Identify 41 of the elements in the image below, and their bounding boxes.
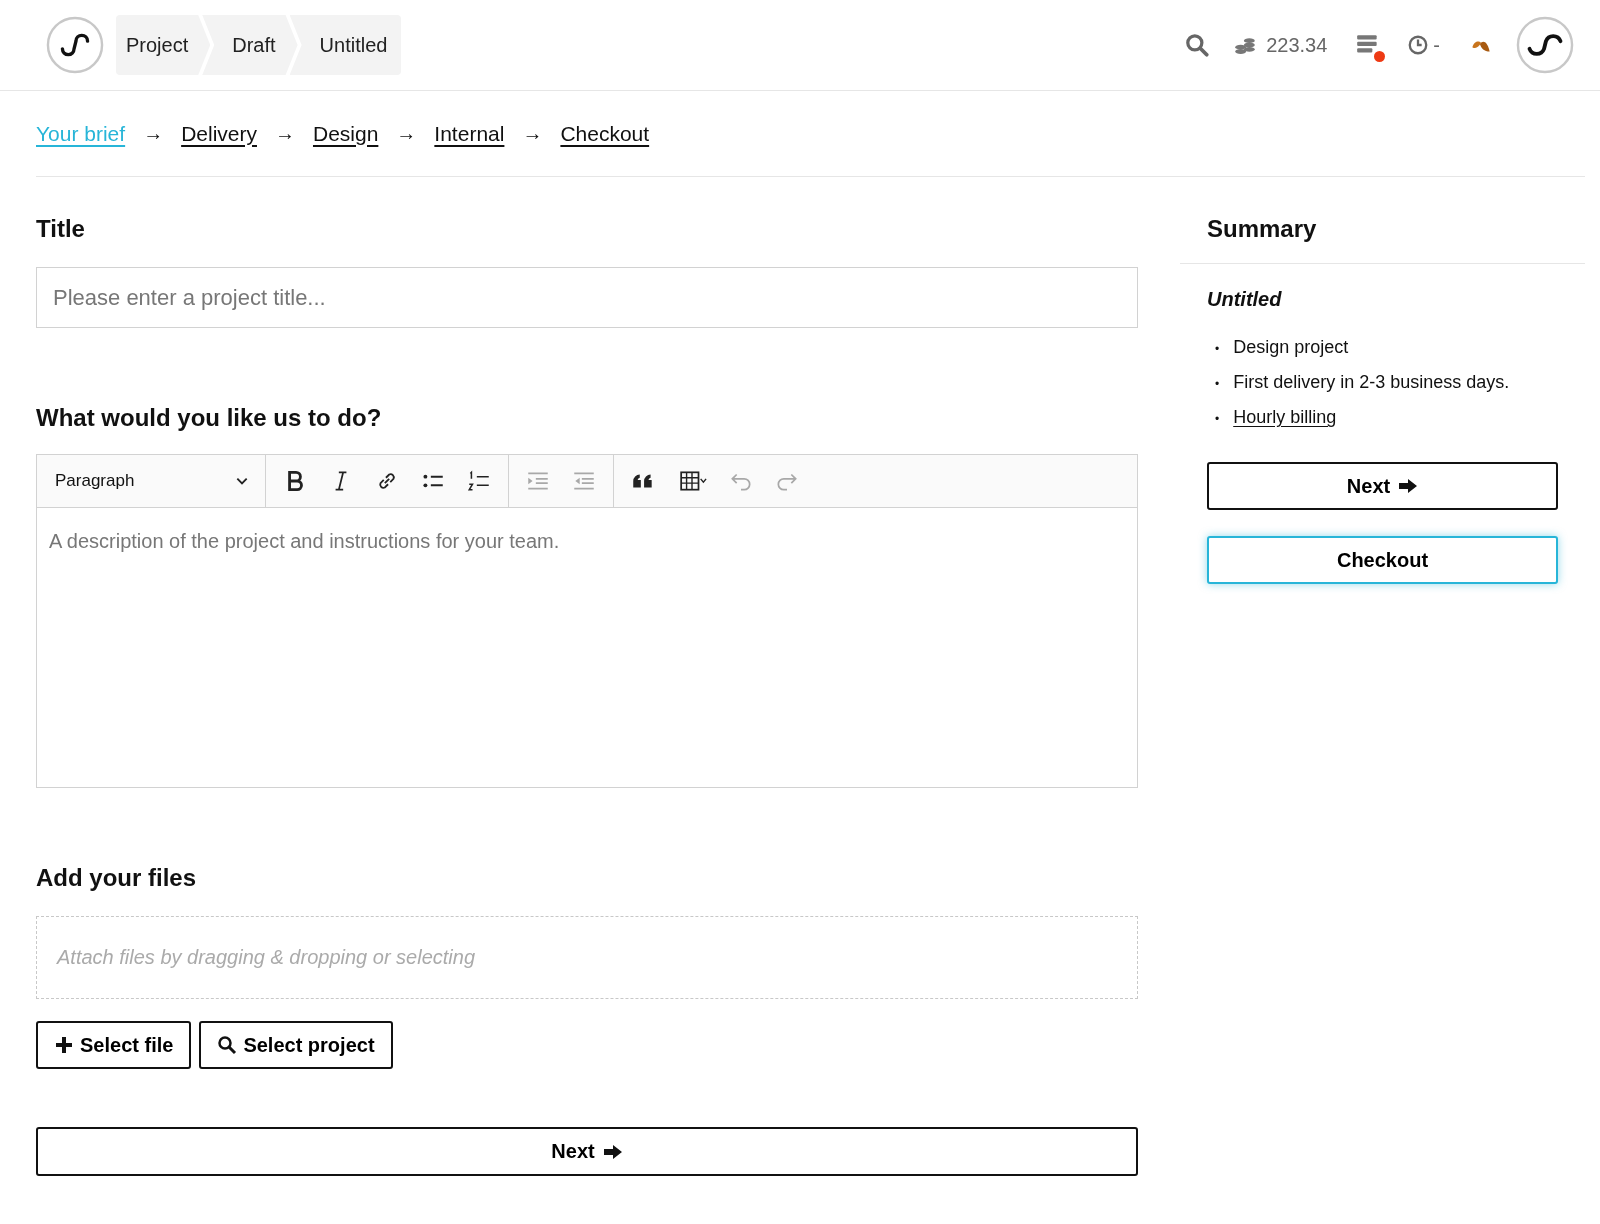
select-button[interactable]: Select project [199, 1021, 393, 1069]
step-link[interactable]: Delivery [181, 121, 257, 146]
project-title: Untitled [1207, 288, 1283, 311]
section-heading: Add your files [36, 864, 198, 892]
search-icon [217, 1035, 238, 1055]
bullet: • [1215, 412, 1220, 426]
section-heading: What would you like us to do? [36, 404, 383, 432]
breadcrumb-item[interactable]: Draft [202, 15, 298, 75]
timer-value: - [1433, 33, 1440, 57]
plus-icon [54, 1035, 74, 1055]
description-input[interactable]: A description of the project and instructions for your team. [36, 508, 1138, 788]
bullet: • [1215, 342, 1220, 356]
step-link[interactable]: Internal [434, 121, 505, 146]
avatar-logo-icon[interactable] [1516, 16, 1574, 74]
summary-heading: Summary [1180, 177, 1585, 264]
step-arrow: → [142, 122, 165, 145]
step-link[interactable]: Design [313, 121, 379, 146]
credit-balance: 223.34 [1266, 33, 1328, 57]
section-heading: Title [36, 215, 86, 243]
breadcrumb-item[interactable]: Untitled [289, 15, 402, 75]
next-button[interactable]: Next [36, 1127, 1138, 1176]
clock-icon [1407, 34, 1430, 56]
format-select[interactable]: Paragraph [37, 455, 266, 507]
search-icon[interactable] [1184, 32, 1211, 58]
summary-item: Design project [1233, 337, 1349, 357]
arrow-right-icon [1398, 478, 1419, 494]
title-input[interactable]: Please enter a project title... [36, 267, 1138, 328]
step-arrow: → [395, 122, 418, 145]
summary-item: First delivery in 2-3 business days. [1233, 372, 1510, 392]
arrow-right-icon [602, 1143, 623, 1160]
logo-icon[interactable] [46, 16, 104, 74]
step-arrow: → [274, 122, 296, 145]
step-link[interactable]: Checkout [560, 121, 650, 146]
select-button[interactable]: Select file [36, 1021, 192, 1069]
dropzone-hint: Attach files by dragging & dropping or selecting [57, 946, 476, 969]
checkout-button[interactable]: Checkout [1207, 536, 1558, 584]
billing-link[interactable]: Hourly billing [1233, 407, 1337, 427]
step-arrow: → [521, 122, 544, 145]
breadcrumb-item[interactable]: Project [116, 15, 211, 75]
next-button[interactable]: Next [1207, 462, 1558, 510]
bullet: • [1215, 377, 1220, 391]
